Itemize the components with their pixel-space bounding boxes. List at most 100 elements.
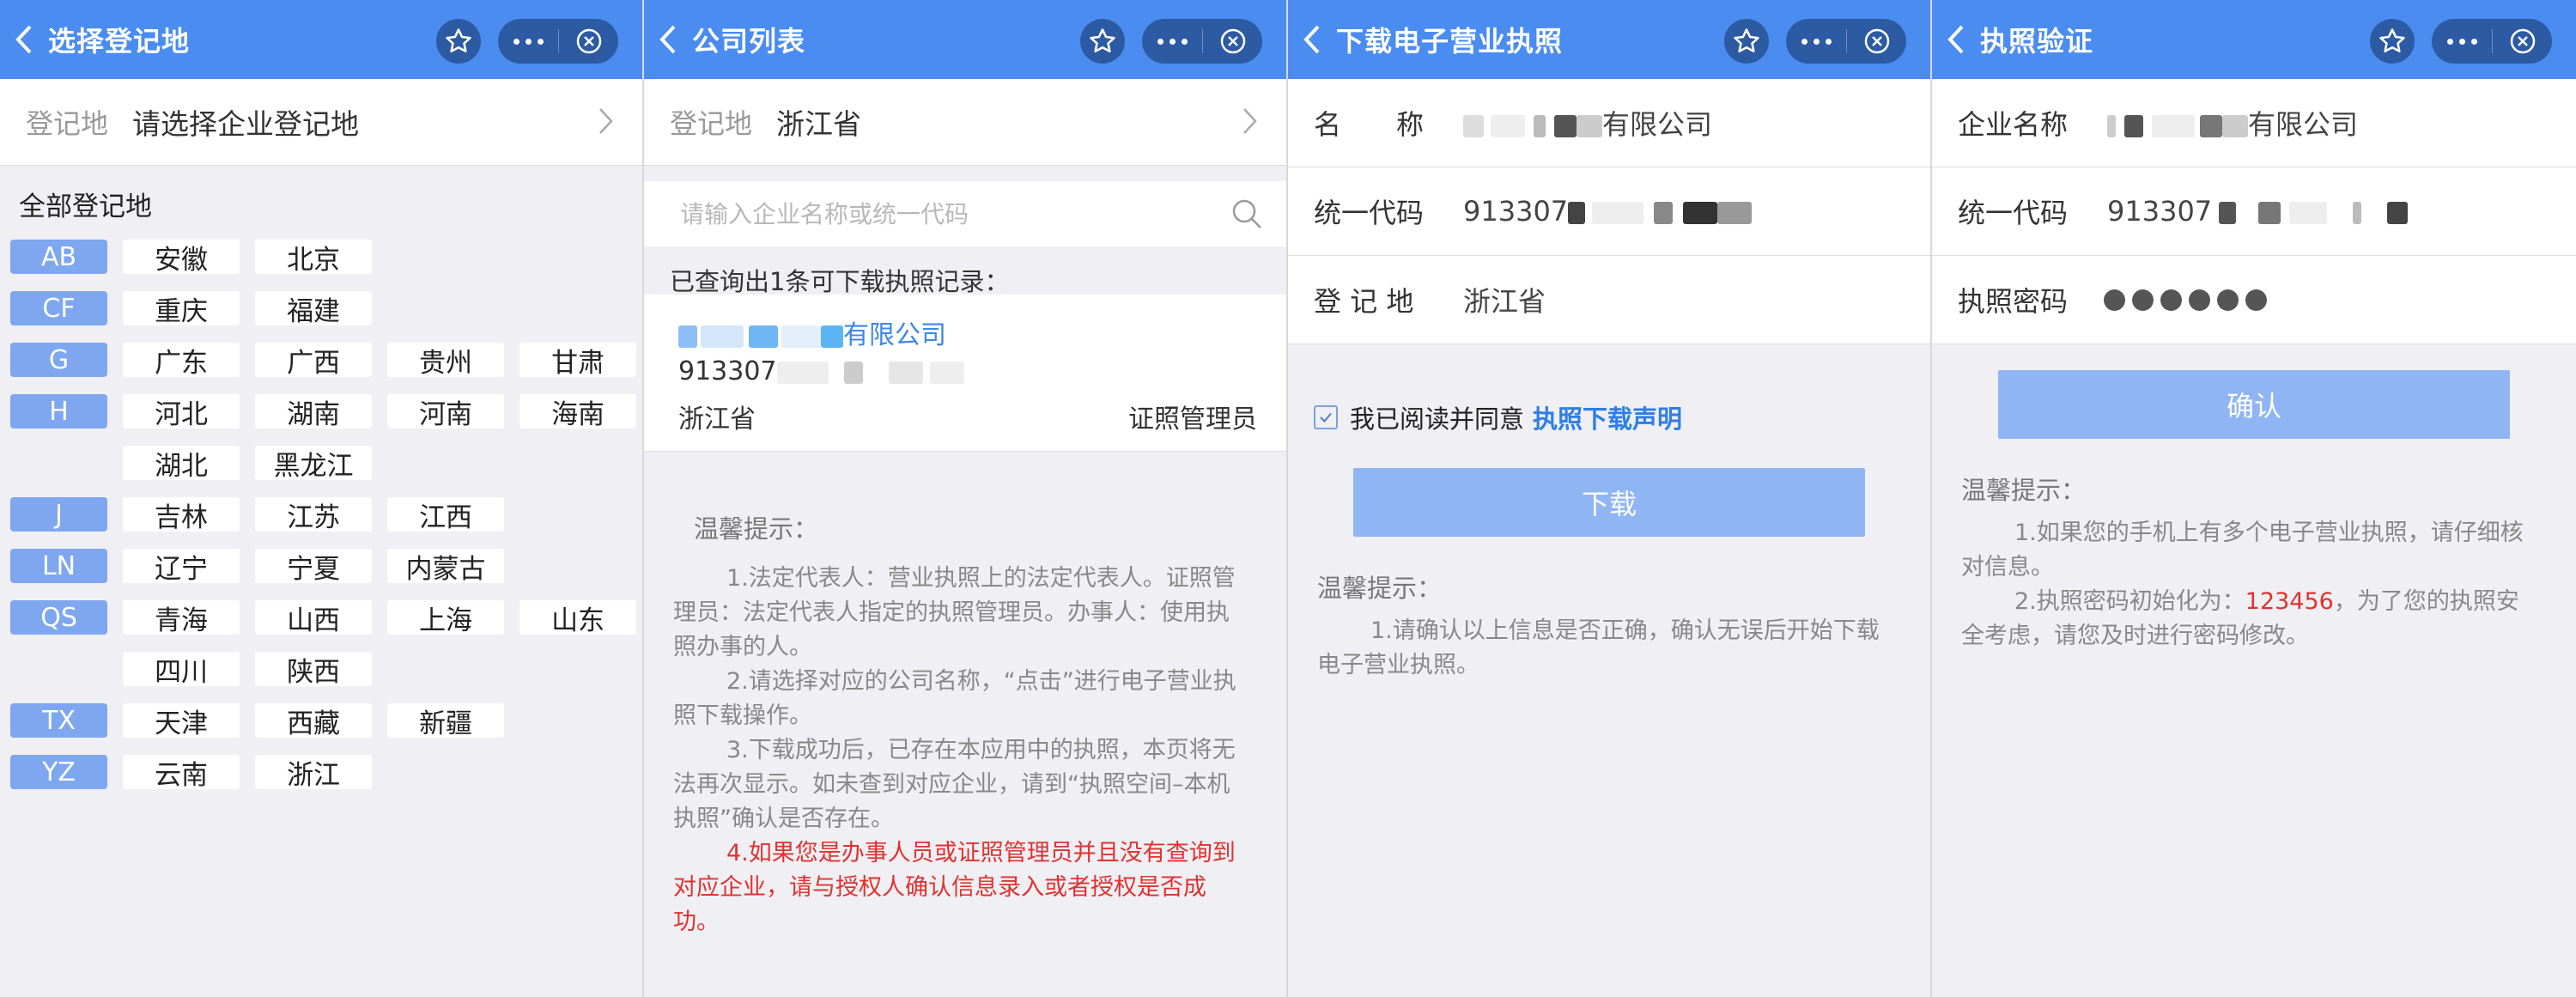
province-button[interactable]: 山西: [255, 600, 373, 636]
capsule-menu: [1142, 19, 1262, 64]
province-button[interactable]: 海南: [519, 394, 637, 430]
tips-section: 温馨提示： 1.如果您的手机上有多个电子营业执照，请仔细核对信息。 2.执照密码…: [1932, 439, 2576, 654]
confirm-button[interactable]: 确认: [1998, 370, 2510, 439]
letter-index-tag[interactable]: H: [10, 394, 108, 429]
province-button[interactable]: 湖南: [255, 394, 373, 430]
tip-item: 3.下载成功后，已存在本应用中的执照，本页将无法再次显示。如未查到对应企业，请到…: [673, 737, 1236, 832]
close-button[interactable]: [2493, 19, 2552, 64]
province-button[interactable]: 贵州: [387, 343, 505, 379]
code-label: 统一代码: [1958, 197, 2069, 229]
favorite-button[interactable]: [1724, 19, 1769, 64]
more-dots-icon: [1801, 38, 1807, 45]
province-button[interactable]: 江苏: [255, 497, 373, 533]
star-icon: [1090, 28, 1115, 53]
close-button[interactable]: [1847, 19, 1906, 64]
letter-index-tag[interactable]: TX: [10, 703, 108, 738]
code-label: 统一代码: [1314, 197, 1425, 229]
province-button[interactable]: 广东: [123, 343, 240, 379]
chevron-left-icon: [15, 25, 32, 54]
tip-item: 1.请确认以上信息是否正确，确认无误后开始下载电子营业执照。: [1317, 617, 1880, 678]
header: 执照验证: [1932, 0, 2576, 79]
province-button[interactable]: 山东: [519, 600, 637, 636]
province-button[interactable]: 甘肃: [519, 343, 637, 379]
company-name-row: 名 称 有限公司: [1288, 79, 1930, 167]
province-button[interactable]: 上海: [387, 600, 505, 636]
close-circle-icon: [1864, 28, 1889, 54]
province-button[interactable]: 陕西: [255, 652, 373, 688]
province-button[interactable]: 江西: [387, 497, 505, 533]
download-statement-link[interactable]: 执照下载声明: [1533, 399, 1682, 435]
page-title: 执照验证: [1980, 25, 2094, 58]
letter-index-tag[interactable]: G: [10, 343, 108, 377]
more-dots-icon: [2446, 38, 2453, 45]
favorite-button[interactable]: [436, 19, 481, 64]
letter-index-tag[interactable]: QS: [10, 600, 108, 635]
province-button[interactable]: 吉林: [123, 497, 240, 533]
back-button[interactable]: [1288, 24, 1336, 55]
letter-index-tag[interactable]: CF: [10, 291, 108, 325]
chevron-left-icon: [659, 25, 676, 54]
letter-index-tag[interactable]: AB: [10, 240, 108, 274]
province-button[interactable]: 青海: [123, 600, 240, 636]
province-button[interactable]: 福建: [255, 291, 373, 327]
province-button[interactable]: 安徽: [123, 240, 240, 276]
close-button[interactable]: [1203, 19, 1262, 64]
company-name-value: 有限公司: [1463, 103, 1712, 143]
province-button[interactable]: 天津: [123, 703, 240, 739]
province-button[interactable]: 重庆: [123, 291, 240, 327]
page-title: 下载电子营业执照: [1336, 25, 1564, 58]
password-dots: [2104, 289, 2267, 311]
letter-index-tag[interactable]: J: [10, 497, 108, 532]
favorite-button[interactable]: [1080, 19, 1125, 64]
favorite-button[interactable]: [2370, 19, 2415, 64]
back-button[interactable]: [644, 24, 692, 55]
more-button[interactable]: [1142, 19, 1202, 64]
province-button[interactable]: 浙江: [255, 755, 373, 791]
close-button[interactable]: [559, 19, 618, 64]
more-button[interactable]: [2432, 19, 2492, 64]
back-button[interactable]: [1932, 24, 1980, 55]
download-button[interactable]: 下载: [1353, 468, 1865, 537]
search-input[interactable]: [678, 198, 1197, 229]
province-button[interactable]: 河北: [123, 394, 240, 430]
more-button[interactable]: [498, 19, 558, 64]
capsule-menu: [2432, 19, 2552, 64]
company-result-item[interactable]: 有限公司 913307 浙江省 证照管理员: [644, 295, 1286, 452]
province-button[interactable]: 湖北: [123, 446, 240, 482]
back-button[interactable]: [0, 24, 48, 55]
letter-index-tag[interactable]: LN: [10, 549, 108, 583]
province-button[interactable]: 北京: [255, 240, 373, 276]
chevron-right-icon: [1243, 108, 1257, 134]
province-button[interactable]: 新疆: [387, 703, 505, 739]
region-select-row[interactable]: 登记地 请选择企业登记地: [0, 79, 642, 166]
more-button[interactable]: [1786, 19, 1846, 64]
agreement-row: 我已阅读并同意 执照下载声明: [1288, 344, 1930, 435]
province-button[interactable]: 辽宁: [123, 549, 240, 585]
province-button[interactable]: 宁夏: [255, 549, 373, 585]
screen-download-license: 下载电子营业执照 名 称 有限公司 统一代码 913307 登 记 地 浙江省 …: [1288, 0, 1932, 997]
screen-license-verify: 执照验证 企业名称 有限公司 统一代码 913307 执照密码 确认 温馨提示：…: [1932, 0, 2576, 997]
password-row[interactable]: 执照密码: [1932, 256, 2576, 344]
province-button[interactable]: 内蒙古: [387, 549, 505, 585]
password-label: 执照密码: [1958, 285, 2069, 318]
province-button[interactable]: 云南: [123, 755, 240, 791]
province-button[interactable]: 河南: [387, 394, 505, 430]
name-label: 企业名称: [1958, 108, 2069, 141]
company-name-row: 企业名称 有限公司: [1932, 79, 2576, 167]
screen-select-region: 选择登记地 登记地 请选择企业登记地 全部登记地 AB 安徽 北京 CF 重庆 福建: [0, 0, 644, 997]
search-icon[interactable]: [1230, 197, 1264, 231]
province-button[interactable]: 广西: [255, 343, 373, 379]
region-group: CF 重庆 福建: [0, 283, 642, 334]
agree-checkbox[interactable]: [1314, 405, 1338, 429]
letter-index-tag[interactable]: YZ: [10, 755, 108, 789]
star-icon: [1734, 28, 1759, 53]
province-button[interactable]: 西藏: [255, 703, 373, 739]
page-title: 公司列表: [692, 25, 806, 58]
close-circle-icon: [1220, 28, 1245, 54]
name-label: 名 称: [1314, 108, 1425, 141]
province-button[interactable]: 四川: [123, 652, 240, 688]
company-code-value: 913307: [2107, 195, 2409, 228]
province-button[interactable]: 黑龙江: [255, 446, 373, 482]
region-select-row[interactable]: 登记地 浙江省: [644, 79, 1286, 166]
capsule-menu: [498, 19, 618, 64]
